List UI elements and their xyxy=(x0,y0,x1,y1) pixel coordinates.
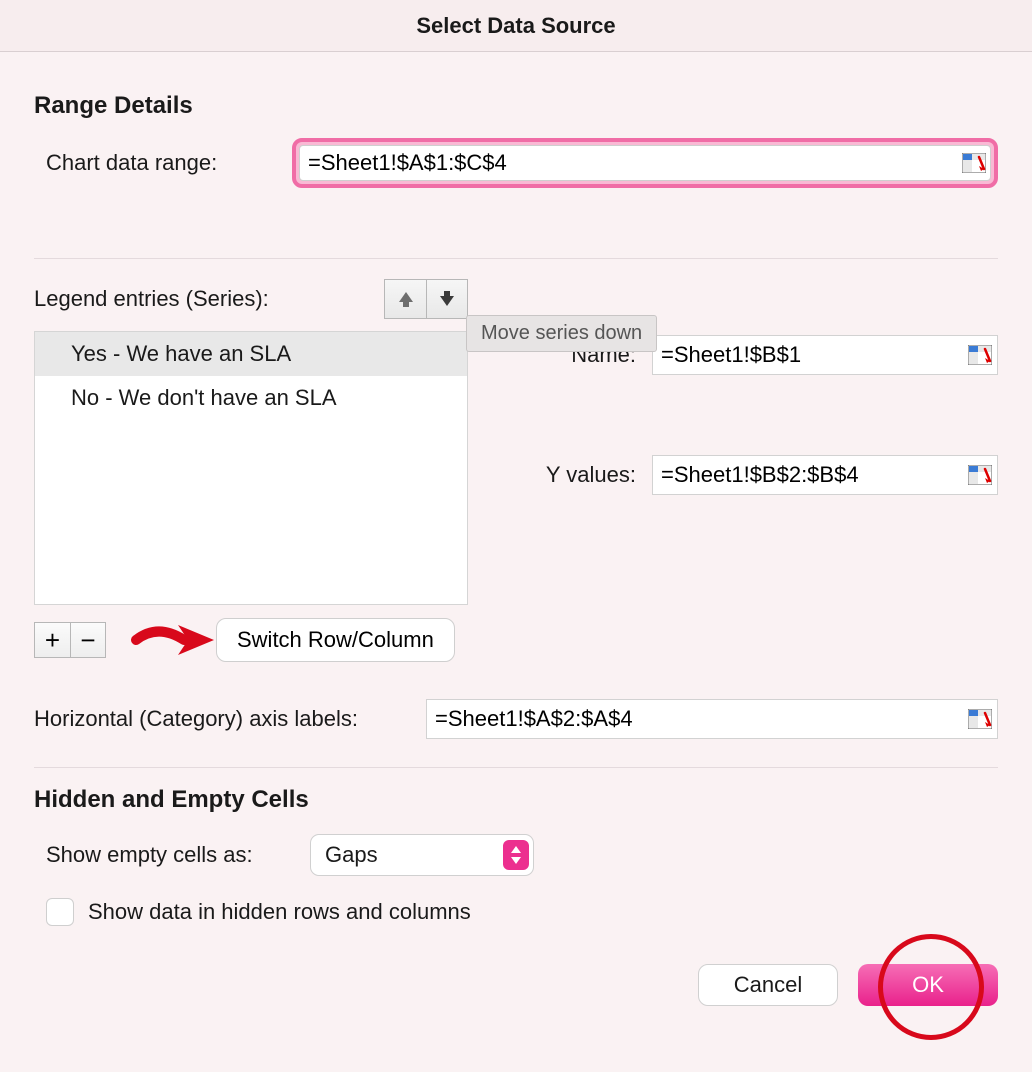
series-yvalues-label: Y values: xyxy=(492,462,652,488)
category-axis-label: Horizontal (Category) axis labels: xyxy=(34,706,426,732)
series-listbox[interactable]: Yes - We have an SLA No - We don't have … xyxy=(34,331,468,605)
remove-series-button[interactable]: − xyxy=(70,622,106,658)
show-empty-cells-select[interactable]: Gaps xyxy=(310,834,534,876)
show-empty-cells-label: Show empty cells as: xyxy=(34,842,310,868)
show-hidden-data-label: Show data in hidden rows and columns xyxy=(88,899,471,925)
move-series-down-button[interactable] xyxy=(426,279,468,319)
range-picker-icon[interactable] xyxy=(968,345,992,365)
cancel-button[interactable]: Cancel xyxy=(698,964,838,1006)
show-hidden-data-checkbox[interactable] xyxy=(46,898,74,926)
hidden-empty-heading: Hidden and Empty Cells xyxy=(34,786,998,814)
move-series-down-tooltip: Move series down xyxy=(466,315,657,352)
series-item[interactable]: Yes - We have an SLA xyxy=(35,332,467,376)
chart-data-range-label: Chart data range: xyxy=(34,150,292,176)
select-stepper-icon xyxy=(503,840,529,870)
range-picker-icon[interactable] xyxy=(968,465,992,485)
dialog-title: Select Data Source xyxy=(416,13,615,39)
annotation-arrow-icon xyxy=(128,613,218,667)
move-series-up-button[interactable] xyxy=(384,279,426,319)
add-series-button[interactable]: + xyxy=(34,622,70,658)
range-details-heading: Range Details xyxy=(34,92,998,120)
ok-button[interactable]: OK xyxy=(858,964,998,1006)
chart-data-range-highlight xyxy=(292,138,998,188)
category-axis-input[interactable] xyxy=(426,699,998,739)
show-empty-cells-value: Gaps xyxy=(325,842,378,868)
range-picker-icon[interactable] xyxy=(962,153,986,173)
series-item[interactable]: No - We don't have an SLA xyxy=(35,376,467,420)
series-yvalues-input[interactable] xyxy=(652,455,998,495)
series-name-input[interactable] xyxy=(652,335,998,375)
legend-entries-label: Legend entries (Series): xyxy=(34,286,384,312)
chart-data-range-input[interactable] xyxy=(299,145,991,181)
dialog-titlebar: Select Data Source xyxy=(0,0,1032,52)
range-picker-icon[interactable] xyxy=(968,709,992,729)
switch-row-column-button[interactable]: Switch Row/Column xyxy=(216,618,455,662)
